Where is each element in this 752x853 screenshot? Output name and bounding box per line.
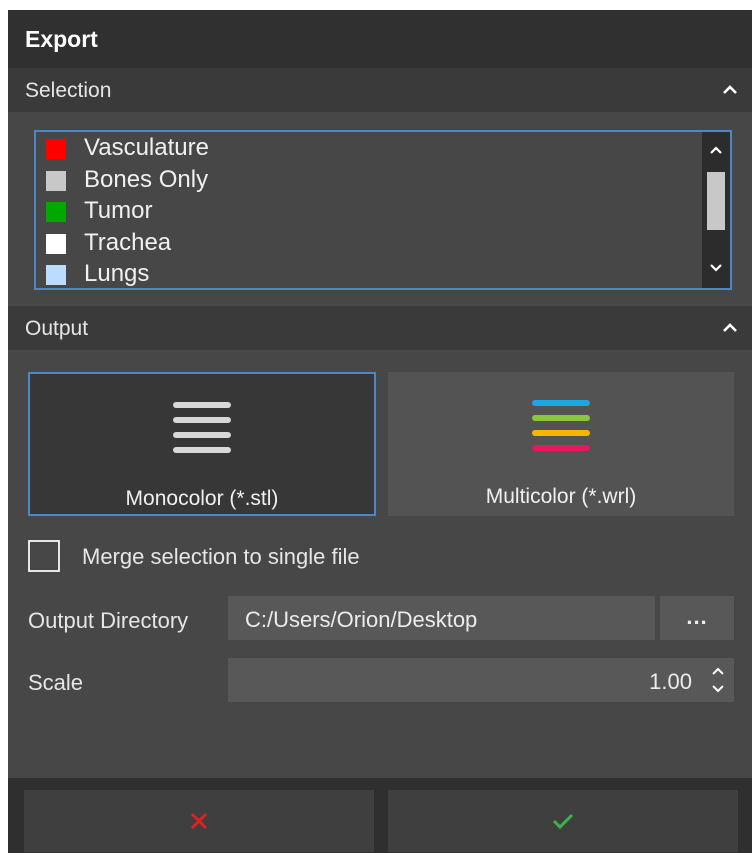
panel-title: Export (8, 10, 752, 68)
chevron-up-icon[interactable] (720, 318, 740, 338)
scale-spinbox[interactable]: 1.00 (228, 658, 734, 702)
spin-up-icon[interactable] (710, 664, 726, 678)
scale-value[interactable]: 1.00 (649, 669, 692, 695)
list-item-label: Tumor (84, 197, 153, 224)
scrollbar-thumb[interactable] (707, 172, 725, 230)
selection-section-header[interactable]: Selection (8, 68, 752, 112)
browse-button[interactable]: ... (660, 596, 734, 640)
list-scrollbar[interactable] (702, 132, 730, 288)
merge-checkbox[interactable] (28, 540, 60, 572)
merge-label: Merge selection to single file (82, 544, 360, 569)
confirm-button[interactable] (388, 790, 738, 852)
export-panel: Export Selection Vasculature Bones Only … (8, 10, 752, 853)
chevron-up-icon[interactable] (720, 80, 740, 100)
output-directory-field[interactable]: C:/Users/Orion/Desktop (228, 596, 655, 640)
output-header-label: Output (25, 317, 89, 340)
list-item-label: Lungs (84, 260, 150, 287)
multicolor-label: Multicolor (*.wrl) (485, 485, 637, 508)
list-item-label: Bones Only (84, 166, 209, 193)
close-icon (190, 812, 208, 830)
scroll-down-icon[interactable] (708, 260, 724, 276)
multicolor-icon (532, 400, 590, 451)
selection-list[interactable]: Vasculature Bones Only Tumor Trachea Lun… (34, 130, 732, 290)
dialog-footer (8, 778, 752, 853)
output-directory-label: Output Directory (28, 608, 189, 633)
cancel-button[interactable] (24, 790, 374, 852)
scale-label: Scale (28, 670, 84, 695)
color-swatch (46, 171, 66, 191)
selection-header-label: Selection (25, 79, 112, 102)
multicolor-button[interactable]: Multicolor (*.wrl) (388, 372, 734, 516)
monocolor-button[interactable]: Monocolor (*.stl) (28, 372, 376, 516)
monocolor-icon (173, 402, 231, 453)
monocolor-label: Monocolor (*.stl) (125, 487, 279, 510)
spin-down-icon[interactable] (710, 682, 726, 696)
check-icon (552, 813, 574, 830)
list-item-label: Trachea (84, 229, 172, 256)
scroll-up-icon[interactable] (708, 142, 724, 158)
color-swatch (46, 202, 66, 222)
color-swatch (46, 265, 66, 285)
color-swatch (46, 234, 66, 254)
color-swatch (46, 139, 66, 159)
output-section-header[interactable]: Output (8, 306, 752, 350)
list-item-label: Vasculature (84, 134, 209, 161)
